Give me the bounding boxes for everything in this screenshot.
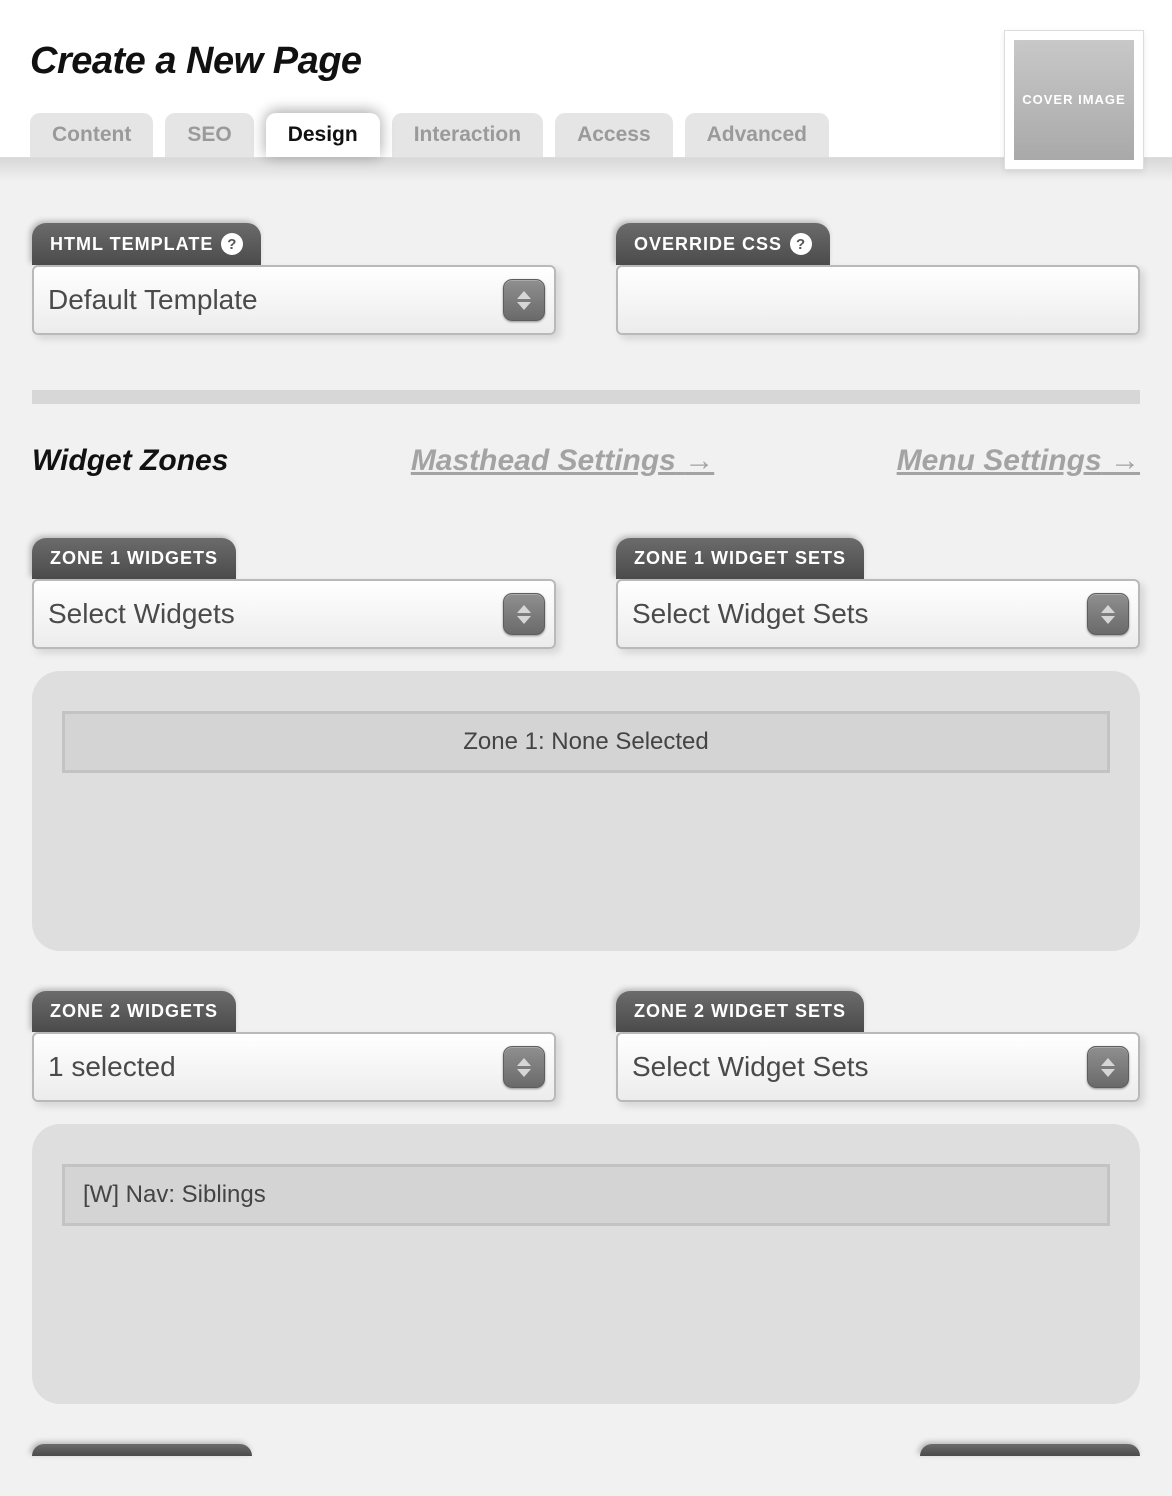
select-handle-icon xyxy=(503,1046,545,1088)
zone2-widgets-value: 1 selected xyxy=(48,1051,176,1083)
help-icon[interactable]: ? xyxy=(221,233,243,255)
arrow-right-icon: → xyxy=(1110,444,1140,477)
tab-access[interactable]: Access xyxy=(555,113,673,157)
peek-tag-right xyxy=(920,1444,1140,1456)
tab-interaction[interactable]: Interaction xyxy=(392,113,543,157)
html-template-value: Default Template xyxy=(48,284,258,316)
tab-advanced[interactable]: Advanced xyxy=(685,113,829,157)
select-handle-icon xyxy=(503,279,545,321)
zone1-widget-sets-select[interactable]: Select Widget Sets xyxy=(616,579,1140,649)
zone1-widget-sets-label-text: ZONE 1 WIDGET SETS xyxy=(634,548,846,569)
tab-design[interactable]: Design xyxy=(266,113,380,157)
override-css-label-text: OVERRIDE CSS xyxy=(634,234,782,255)
zone2-widget-sets-value: Select Widget Sets xyxy=(632,1051,869,1083)
section-divider xyxy=(32,390,1140,404)
override-css-input[interactable] xyxy=(616,265,1140,335)
tab-bar: Content SEO Design Interaction Access Ad… xyxy=(30,113,1142,157)
zone2-widget-sets-label: ZONE 2 WIDGET SETS xyxy=(616,991,864,1032)
zone1-widget-sets-value: Select Widget Sets xyxy=(632,598,869,630)
link-menu-settings[interactable]: Menu Settings → xyxy=(897,444,1140,478)
section-nav: Widget Zones Masthead Settings → Menu Se… xyxy=(32,444,1140,478)
zone2-widget-sets-select[interactable]: Select Widget Sets xyxy=(616,1032,1140,1102)
zone1-widget-sets-label: ZONE 1 WIDGET SETS xyxy=(616,538,864,579)
peek-tag-left xyxy=(32,1444,252,1456)
tab-content[interactable]: Content xyxy=(30,113,153,157)
zone2-panel: [W] Nav: Siblings xyxy=(32,1124,1140,1404)
zone2-widget-item[interactable]: [W] Nav: Siblings xyxy=(62,1164,1110,1226)
html-template-label: HTML TEMPLATE ? xyxy=(32,223,261,265)
arrow-right-icon: → xyxy=(684,444,714,477)
zone1-widgets-select[interactable]: Select Widgets xyxy=(32,579,556,649)
zone2-widgets-label: ZONE 2 WIDGETS xyxy=(32,991,236,1032)
help-icon[interactable]: ? xyxy=(790,233,812,255)
tab-seo[interactable]: SEO xyxy=(165,113,253,157)
html-template-label-text: HTML TEMPLATE xyxy=(50,234,213,255)
select-handle-icon xyxy=(1087,1046,1129,1088)
zone1-widgets-label: ZONE 1 WIDGETS xyxy=(32,538,236,579)
link-masthead-settings[interactable]: Masthead Settings → xyxy=(411,444,714,478)
zone1-panel: Zone 1: None Selected xyxy=(32,671,1140,951)
link-menu-text: Menu Settings xyxy=(897,444,1102,477)
zone2-widget-sets-label-text: ZONE 2 WIDGET SETS xyxy=(634,1001,846,1022)
page-title: Create a New Page xyxy=(30,40,1142,83)
zone1-empty-item[interactable]: Zone 1: None Selected xyxy=(62,711,1110,773)
link-masthead-text: Masthead Settings xyxy=(411,444,676,477)
zone2-widgets-label-text: ZONE 2 WIDGETS xyxy=(50,1001,218,1022)
next-section-peek xyxy=(32,1444,1140,1456)
select-handle-icon xyxy=(503,593,545,635)
zone1-widgets-label-text: ZONE 1 WIDGETS xyxy=(50,548,218,569)
zone2-widgets-select[interactable]: 1 selected xyxy=(32,1032,556,1102)
section-current: Widget Zones xyxy=(32,444,228,478)
zone1-widgets-value: Select Widgets xyxy=(48,598,235,630)
override-css-label: OVERRIDE CSS ? xyxy=(616,223,830,265)
select-handle-icon xyxy=(1087,593,1129,635)
html-template-select[interactable]: Default Template xyxy=(32,265,556,335)
